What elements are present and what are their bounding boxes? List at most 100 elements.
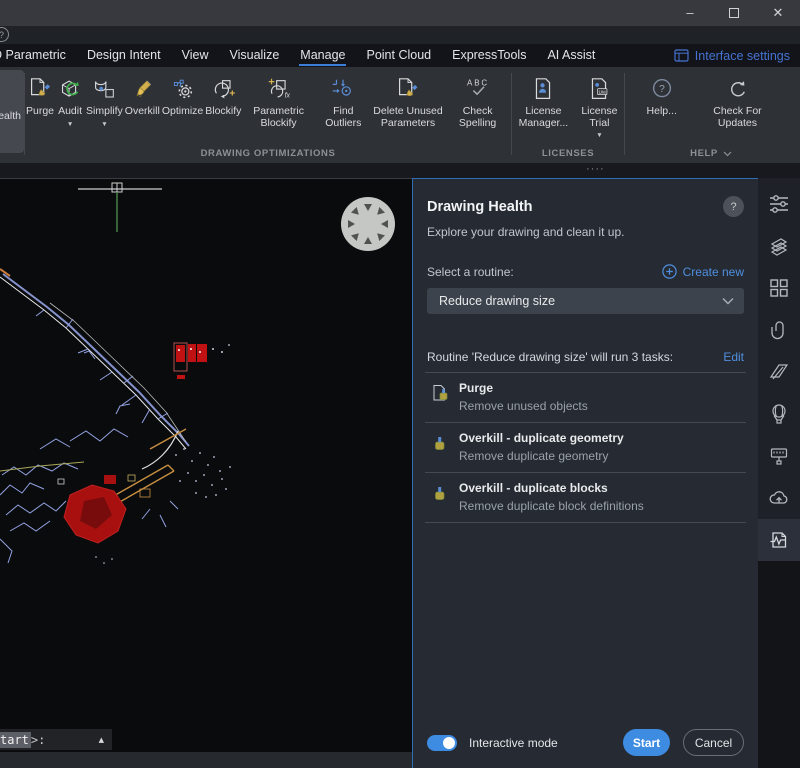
interface-settings-label: Interface settings <box>695 49 790 63</box>
menu-tab-view[interactable]: View <box>181 45 210 66</box>
properties-sliders-icon[interactable] <box>758 183 800 225</box>
drawing-health-panel: Drawing Health ? Explore your drawing an… <box>412 178 758 768</box>
sheet-pencil-icon[interactable] <box>758 351 800 393</box>
ribbon-button-check-for-updates[interactable]: Check For Updates <box>698 72 776 131</box>
ribbon-label: Optimize <box>162 106 203 118</box>
caret-down-icon: ▼ <box>67 121 73 128</box>
ribbon-label: Find Outliers <box>316 106 371 129</box>
cad-viewport[interactable] <box>0 178 412 752</box>
ribbon-button-find-outliers[interactable]: Find Outliers <box>315 72 372 131</box>
command-line-expand-icon[interactable]: ▲ <box>99 736 104 744</box>
group-chevron-icon[interactable] <box>723 151 732 157</box>
blocks-grid-icon[interactable] <box>758 267 800 309</box>
ribbon-label: Check Spelling <box>445 106 510 129</box>
simplify-icon <box>90 74 118 106</box>
interactive-mode-label: Interactive mode <box>469 736 558 750</box>
cancel-button[interactable]: Cancel <box>683 729 744 756</box>
chevron-down-icon <box>722 292 734 310</box>
task-row-overkill-blocks[interactable]: Overkill - duplicate blocks Remove dupli… <box>413 473 758 514</box>
hot-air-balloon-icon[interactable] <box>758 393 800 435</box>
blockify-icon <box>209 74 237 106</box>
menu-tab-manage[interactable]: Manage <box>299 45 346 66</box>
command-line-prompt: >: <box>31 733 45 747</box>
attachments-paperclip-icon[interactable] <box>758 309 800 351</box>
ribbon-button-purge[interactable]: Purge <box>25 72 55 120</box>
task-row-overkill-geometry[interactable]: Overkill - duplicate geometry Remove dup… <box>413 423 758 464</box>
drawing-health-pulse-icon[interactable] <box>758 519 800 561</box>
hatch-trowel-icon[interactable] <box>758 435 800 477</box>
panel-subtitle: Explore your drawing and clean it up. <box>413 217 758 239</box>
task-row-purge[interactable]: Purge Remove unused objects <box>413 373 758 414</box>
ribbon-label: Overkill <box>125 106 160 118</box>
maximize-button[interactable] <box>712 8 756 18</box>
check-spelling-icon: ABC <box>461 74 495 106</box>
help-circle-icon[interactable]: ? <box>0 27 9 42</box>
close-button[interactable]: ✕ <box>756 0 800 26</box>
find-outliers-icon <box>329 74 357 106</box>
license-manager-icon <box>529 74 557 106</box>
ribbon-button-optimize[interactable]: Optimize <box>161 72 204 120</box>
ribbon-button-check-spelling[interactable]: ABC Check Spelling <box>444 72 511 131</box>
ribbon-label: Simplify <box>86 106 123 118</box>
toggle-knob <box>443 737 455 749</box>
purge-task-icon <box>431 384 449 407</box>
menu-tab-parametric[interactable]: D Parametric <box>0 45 67 66</box>
status-strip <box>0 752 412 768</box>
interface-settings-icon <box>674 49 689 62</box>
command-line-highlight: tart <box>0 732 31 748</box>
ribbon-button-parametric-blockify[interactable]: fx Parametric Blockify <box>242 72 314 131</box>
ribbon-button-overkill[interactable]: Overkill <box>124 72 161 120</box>
interactive-mode-toggle[interactable] <box>427 735 457 751</box>
close-icon: ✕ <box>773 5 784 20</box>
menu-tab-ai-assist[interactable]: AI Assist <box>546 45 596 66</box>
caret-down-icon: ▼ <box>101 121 107 128</box>
ribbon-button-license-trial[interactable]: Lite License Trial ▼ <box>575 72 624 141</box>
drawing-health-button-label: Drawing Health <box>0 110 21 122</box>
quick-access-strip: ? <box>0 26 800 44</box>
panel-drag-handle[interactable]: ···· <box>586 163 605 175</box>
overkill-icon <box>128 74 156 106</box>
ribbon-group-label: LICENSES <box>512 148 624 159</box>
create-new-label: Create new <box>683 265 744 279</box>
check-for-updates-icon <box>723 74 751 106</box>
interface-settings-button[interactable]: Interface settings <box>674 49 790 63</box>
create-new-button[interactable]: Create new <box>662 264 744 279</box>
minimize-button[interactable]: – <box>668 0 712 26</box>
menu-tab-design-intent[interactable]: Design Intent <box>86 45 162 66</box>
ribbon-button-help[interactable]: ? Help... <box>646 72 678 120</box>
ribbon-label: Audit <box>58 106 82 118</box>
ribbon-label: Purge <box>26 106 54 118</box>
ribbon-button-audit[interactable]: Audit ▼ <box>55 72 85 130</box>
menu-tab-point-cloud[interactable]: Point Cloud <box>365 45 432 66</box>
task-title: Overkill - duplicate blocks <box>459 481 644 495</box>
ribbon-label: Blockify <box>205 106 241 118</box>
overkill-task-icon <box>431 434 449 457</box>
routine-dropdown[interactable]: Reduce drawing size <box>427 288 744 314</box>
ribbon-group-label: DRAWING OPTIMIZATIONS <box>25 148 511 159</box>
ribbon-button-simplify[interactable]: Simplify ▼ <box>85 72 124 130</box>
panel-title: Drawing Health <box>427 199 533 215</box>
routine-dropdown-value: Reduce drawing size <box>439 294 555 308</box>
edit-link[interactable]: Edit <box>723 350 744 364</box>
command-line-input[interactable]: tart >: ▲ <box>0 729 112 750</box>
title-bar: – ✕ <box>0 0 800 26</box>
ribbon-button-license-manager[interactable]: License Manager... <box>512 72 575 131</box>
panel-handle-strip: ···· <box>0 163 800 178</box>
menu-tab-expresstools[interactable]: ExpressTools <box>451 45 527 66</box>
ribbon-label: License Trial <box>576 106 623 129</box>
minimize-icon: – <box>686 5 693 20</box>
ribbon-button-delete-unused-parameters[interactable]: Delete Unused Parameters <box>372 72 444 131</box>
svg-text:Lite: Lite <box>599 89 607 94</box>
audit-icon <box>56 74 84 106</box>
panel-help-button[interactable]: ? <box>723 196 744 217</box>
ribbon-button-drawing-health-active[interactable]: Drawing Health <box>0 70 24 153</box>
start-button[interactable]: Start <box>623 729 670 756</box>
menu-tab-visualize[interactable]: Visualize <box>228 45 280 66</box>
license-trial-icon: Lite <box>585 74 613 106</box>
task-title: Purge <box>459 381 588 395</box>
layers-icon[interactable] <box>758 225 800 267</box>
ribbon-label: License Manager... <box>513 106 574 129</box>
cloud-upload-icon[interactable] <box>758 477 800 519</box>
ribbon-group-label: HELP <box>625 148 797 159</box>
ribbon-button-blockify[interactable]: Blockify <box>204 72 242 120</box>
